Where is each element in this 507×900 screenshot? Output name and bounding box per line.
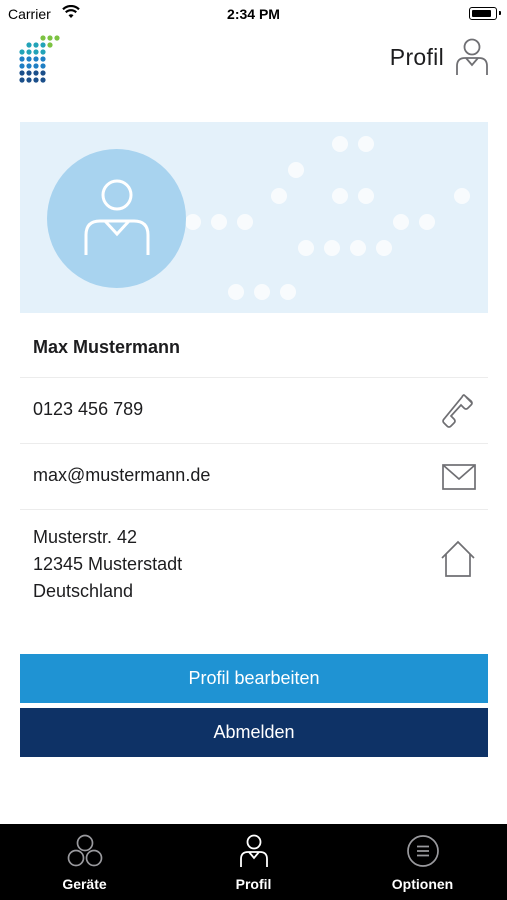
page-title: Profil bbox=[389, 44, 444, 70]
email-row[interactable]: max@mustermann.de bbox=[20, 444, 488, 510]
avatar-person-icon bbox=[84, 179, 150, 255]
name-row: Max Mustermann bbox=[20, 313, 488, 378]
person-icon bbox=[239, 834, 268, 867]
phone-row[interactable]: 0123 456 789 bbox=[20, 378, 488, 444]
person-icon bbox=[456, 38, 488, 75]
profile-info-list: Max Mustermann 0123 456 789 max@musterma… bbox=[20, 313, 488, 617]
tab-profile[interactable]: Profil bbox=[169, 824, 338, 900]
phone-icon[interactable] bbox=[442, 392, 476, 428]
tab-devices[interactable]: Geräte bbox=[0, 824, 169, 900]
menu-circle-icon bbox=[406, 835, 439, 867]
address-line-country: Deutschland bbox=[33, 581, 134, 601]
profile-address: Musterstr. 42 12345 Musterstadt Deutschl… bbox=[33, 524, 182, 605]
tab-options-label: Optionen bbox=[391, 876, 454, 892]
home-icon[interactable] bbox=[440, 540, 476, 578]
devices-icon bbox=[67, 834, 102, 867]
profile-email: max@mustermann.de bbox=[33, 465, 211, 485]
edit-profile-button[interactable]: Profil bearbeiten bbox=[20, 654, 488, 703]
tab-profile-label: Profil bbox=[235, 876, 272, 892]
mail-icon[interactable] bbox=[442, 464, 476, 490]
app-header: Profil bbox=[0, 28, 507, 88]
battery-icon bbox=[469, 7, 501, 20]
app-logo bbox=[19, 35, 60, 83]
status-bar: Carrier 2:34 PM bbox=[0, 0, 507, 28]
tab-devices-label: Geräte bbox=[62, 876, 107, 892]
tab-bar: Geräte Profil Optionen bbox=[0, 824, 507, 900]
profile-name: Max Mustermann bbox=[33, 337, 181, 357]
profile-hero bbox=[20, 122, 488, 313]
tab-options[interactable]: Optionen bbox=[338, 824, 507, 900]
address-line-city: 12345 Musterstadt bbox=[33, 554, 183, 574]
address-row[interactable]: Musterstr. 42 12345 Musterstadt Deutschl… bbox=[20, 510, 488, 617]
profile-phone: 0123 456 789 bbox=[33, 399, 144, 419]
avatar[interactable] bbox=[47, 149, 186, 288]
address-line-street: Musterstr. 42 bbox=[33, 527, 138, 547]
logout-button[interactable]: Abmelden bbox=[20, 708, 488, 757]
status-time: 2:34 PM bbox=[227, 6, 280, 22]
